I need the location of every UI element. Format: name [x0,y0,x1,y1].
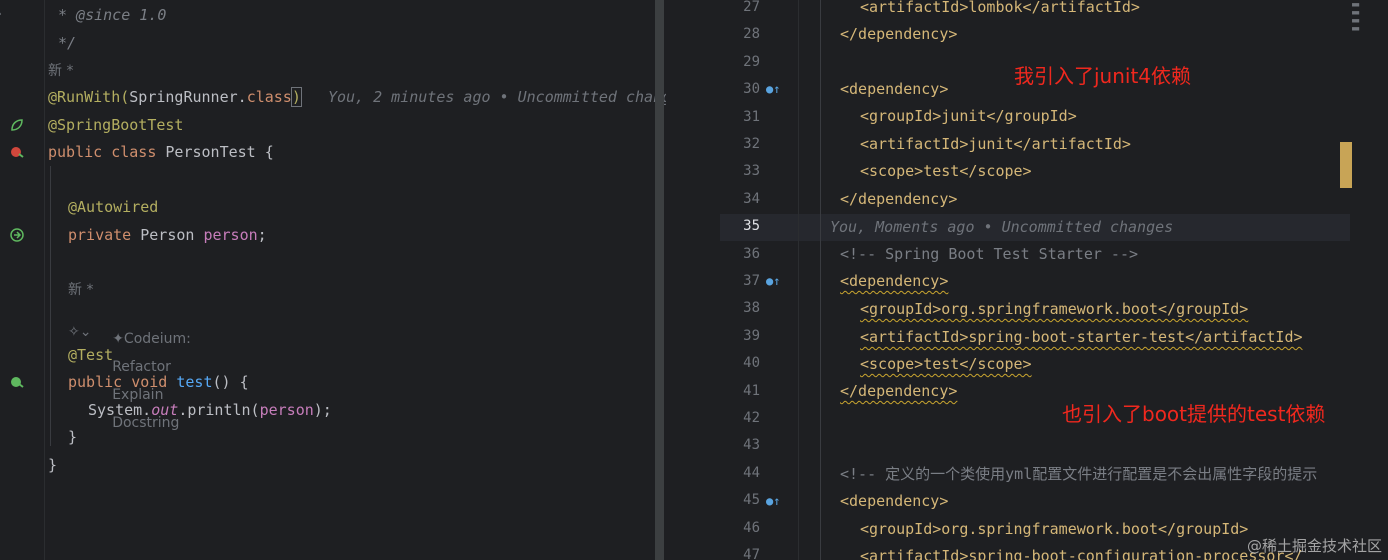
code-line-comment-end: */ [58,34,77,52]
line-number: 44 [743,464,760,481]
ide-window: · * @since 1.0 */ 新 * @RunWith(SpringRun… [0,0,1388,560]
xml-line-45: <dependency> [840,492,949,510]
indent-guide [50,166,51,446]
line-number: 46 [743,519,760,536]
watermark: @稀土掘金技术社区 [1246,537,1382,555]
code-minimap-icon[interactable]: ▬ ▬ ▬ ▬ [1352,0,1388,40]
xml-line-41: </dependency> [840,382,958,400]
line-number: 33 [743,163,760,180]
xml-line-34: </dependency> [840,190,958,208]
line-number: 36 [743,245,760,262]
xml-line-37: <dependency> [840,272,949,290]
xml-line-36: <!-- Spring Boot Test Starter --> [840,245,1139,263]
line-number: 39 [743,327,760,344]
line-number: 41 [743,382,760,399]
ai-actions-dropdown[interactable]: ✧⌄ [68,318,91,345]
code-line-close-class: } [48,456,58,474]
xml-line-33: <scope>test</scope> [860,162,1032,180]
line-number: 42 [743,410,760,426]
xml-line-47: <artifactId>spring-boot-configuration-pr… [860,547,1303,560]
line-number: 34 [743,190,760,207]
line-number: 35 [743,218,760,235]
ai-assistant-icon: ✧ [68,324,80,340]
code-line-since: * @since 1.0 [58,6,167,24]
xml-line-44: <!-- 定义的一个类使用yml配置文件进行配置是不会出属性字段的提示 [840,465,1318,483]
line-number: 27 [743,0,760,15]
xml-line-38: <groupId>org.springframework.boot</group… [860,300,1249,318]
line-number: 29 [743,53,760,70]
line-number: 38 [743,300,760,317]
xml-line-30: <dependency> [840,80,949,98]
java-editor-pane[interactable]: · * @since 1.0 */ 新 * @RunWith(SpringRun… [0,0,666,560]
maven-dependency-icon[interactable]: ●↑ [766,274,780,288]
new-marker-top: 新 * [48,63,74,79]
xml-line-32: <artifactId>junit</artifactId> [860,135,1131,153]
code-line-test-ann: @Test [68,346,114,364]
sparkle-icon: ✦ [112,331,124,347]
xml-line-35-blame: You, Moments ago • Uncommitted changes [830,218,1174,236]
xml-line-31: <groupId>junit</groupId> [860,107,1077,125]
inline-blame: You, 2 minutes ago • Uncommitted changes [327,88,666,106]
gutter-separator [44,0,45,560]
line-number: 32 [743,136,760,152]
line-number: 45 [743,492,760,509]
xml-line-28: </dependency> [840,25,958,43]
scrollbar-thumb[interactable] [1340,142,1352,188]
xml-line-46: <groupId>org.springframework.boot</group… [860,520,1249,538]
code-line-method-decl: public void test() { [68,373,249,391]
code-line-class-decl: public class PersonTest { [48,143,274,161]
xml-line-27: <artifactId>lombok</artifactId> [860,0,1140,16]
code-line-runwith[interactable]: @RunWith(SpringRunner.class) You, 2 minu… [48,84,666,111]
xml-line-39: <artifactId>spring-boot-starter-test</ar… [860,328,1303,346]
gutter-stub: · [0,2,4,29]
chevron-down-icon: ⌄ [79,324,92,340]
autowired-navigate-icon[interactable] [10,228,24,242]
spring-bean-icon[interactable] [10,118,24,132]
code-line-springboottest: @SpringBootTest [48,116,184,134]
run-test-class-icon[interactable] [10,145,24,159]
line-number: 47 [743,547,760,560]
maven-dependency-icon[interactable]: ●↑ [766,82,780,96]
split-gap [666,0,720,560]
xml-line-40: <scope>test</scope> [860,355,1032,373]
code-line-println: System.out.println(person); [88,401,332,419]
indent-guide [820,0,821,560]
gutter-separator [798,0,799,560]
code-line-person-field: private Person person; [68,226,267,244]
run-test-method-icon[interactable] [10,375,24,389]
line-number: 43 [743,437,760,454]
line-number: 28 [743,26,760,43]
editor-splitter[interactable] [655,0,664,560]
line-number: 31 [743,108,760,125]
code-line-close-method: } [68,428,78,446]
line-number: 30 [743,81,760,98]
line-number: 37 [743,273,760,289]
maven-dependency-icon[interactable]: ●↑ [766,494,780,508]
annotation-boot-test: 也引入了boot提供的test依赖 [1062,402,1326,426]
code-line-autowired: @Autowired [68,198,159,216]
annotation-junit4: 我引入了junit4依赖 [1014,64,1192,88]
line-number: 40 [743,355,760,372]
